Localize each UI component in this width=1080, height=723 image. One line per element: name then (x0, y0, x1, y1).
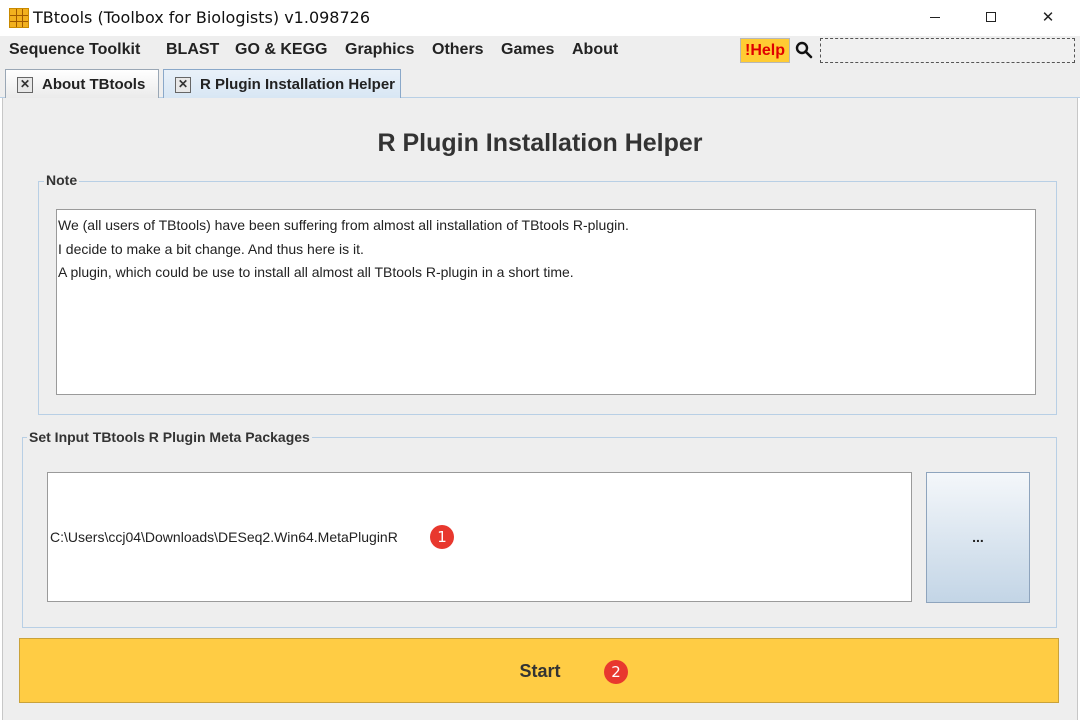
menu-about[interactable]: About (572, 41, 618, 59)
maximize-icon (986, 12, 996, 22)
tab-label: About TBtools (42, 76, 146, 93)
note-textarea[interactable]: We (all users of TBtools) have been suff… (56, 209, 1036, 395)
menu-graphics[interactable]: Graphics (345, 41, 414, 59)
note-line: I decide to make a bit change. And thus … (58, 240, 364, 257)
tab-close-icon[interactable]: ✕ (17, 77, 33, 93)
page-title: R Plugin Installation Helper (377, 129, 703, 157)
menu-others[interactable]: Others (432, 41, 484, 59)
browse-button[interactable]: ... (926, 472, 1030, 603)
tab-r-plugin-helper[interactable]: ✕ R Plugin Installation Helper (163, 69, 401, 99)
window-title: TBtools (Toolbox for Biologists) v1.0987… (33, 8, 371, 27)
app-grid-icon (9, 8, 29, 28)
help-button[interactable]: !Help (740, 38, 790, 63)
menu-go-kegg[interactable]: GO & KEGG (235, 41, 327, 59)
minimize-icon (930, 16, 940, 18)
maximize-button[interactable] (968, 0, 1014, 34)
meta-package-path-field[interactable]: C:\Users\ccj04\Downloads\DESeq2.Win64.Me… (47, 472, 912, 602)
tab-close-icon[interactable]: ✕ (175, 77, 191, 93)
menu-games[interactable]: Games (501, 41, 554, 59)
tab-strip: ✕ About TBtools ✕ R Plugin Installation … (0, 66, 1080, 99)
menu-blast[interactable]: BLAST (166, 41, 219, 59)
menu-sequence-toolkit[interactable]: Sequence Toolkit (9, 41, 140, 59)
note-group-label: Note (44, 172, 80, 188)
input-group-label: Set Input TBtools R Plugin Meta Packages (27, 429, 312, 445)
search-input[interactable] (820, 38, 1075, 63)
note-line: We (all users of TBtools) have been suff… (58, 217, 629, 233)
annotation-badge-2: 2 (604, 660, 628, 684)
annotation-badge-1: 1 (430, 525, 454, 549)
tab-about-tbtools[interactable]: ✕ About TBtools (5, 69, 159, 99)
close-icon: ✕ (1041, 8, 1055, 26)
note-line: A plugin, which could be use to install … (58, 264, 574, 280)
start-button[interactable]: Start (19, 638, 1059, 703)
title-bar: TBtools (Toolbox for Biologists) v1.0987… (0, 0, 1080, 36)
tab-label: R Plugin Installation Helper (200, 76, 396, 93)
start-label: Start (519, 661, 561, 681)
minimize-button[interactable] (912, 0, 958, 34)
close-button[interactable]: ✕ (1025, 0, 1071, 34)
path-value: C:\Users\ccj04\Downloads\DESeq2.Win64.Me… (50, 529, 398, 545)
search-icon[interactable] (795, 41, 813, 59)
